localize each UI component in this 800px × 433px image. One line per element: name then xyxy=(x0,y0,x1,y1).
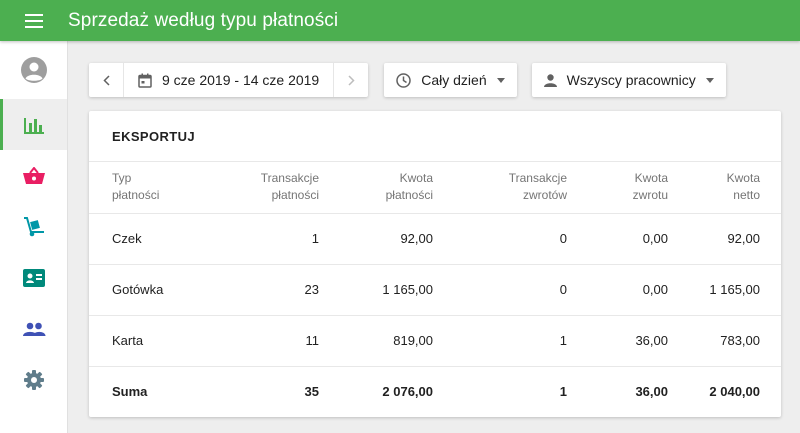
column-header-payment-transactions: Transakcje płatności xyxy=(207,162,319,214)
cell-payment-transactions: 23 xyxy=(207,264,319,316)
total-refund-amount: 36,00 xyxy=(635,384,668,400)
column-header-net-amount: Kwota netto xyxy=(668,162,781,214)
total-label: Suma xyxy=(112,384,148,400)
caret-down-icon xyxy=(496,77,505,83)
basket-icon xyxy=(22,166,45,184)
filters-bar: 9 cze 2019 - 14 cze 2019 Cały dzień Wszy… xyxy=(89,63,726,97)
cell-refund-transactions: 0 xyxy=(433,264,567,316)
column-header-refund-amount: Kwota zwrotu xyxy=(567,162,668,214)
hand-truck-icon xyxy=(23,216,44,236)
sidebar-item-sales[interactable] xyxy=(0,150,67,201)
table-header-row: Typ płatności Transakcje płatności Kwota pł… xyxy=(89,162,781,214)
cell-payment-transactions: 11 xyxy=(207,315,319,367)
sidebar-item-inventory[interactable] xyxy=(0,201,67,252)
app-bar: Sprzedaż według typu płatności xyxy=(0,0,800,41)
cell-payment-amount: 1 165,00 xyxy=(319,264,433,316)
table-row: Gotówka 23 1 165,00 0 0,00 1 165,00 xyxy=(89,264,781,316)
cell-type: Czek xyxy=(89,213,207,265)
cell-refund-amount: 0,00 xyxy=(567,264,668,316)
next-period-button[interactable] xyxy=(334,63,368,97)
card-header: EKSPORTUJ xyxy=(89,111,781,162)
table-row: Czek 1 92,00 0 0,00 92,00 xyxy=(89,213,781,265)
sidebar-item-reports[interactable] xyxy=(0,99,67,150)
caret-down-icon xyxy=(705,77,714,83)
table-row: Karta 11 819,00 1 36,00 783,00 xyxy=(89,315,781,367)
report-card: EKSPORTUJ Typ płatności Transakcje płatnoś… xyxy=(89,111,781,417)
clock-icon xyxy=(396,72,411,88)
sidebar-item-employees[interactable] xyxy=(0,303,67,354)
cell-refund-amount: 0,00 xyxy=(567,213,668,265)
total-net-amount: 2 040,00 xyxy=(709,384,760,400)
date-range-label: 9 cze 2019 - 14 cze 2019 xyxy=(162,72,320,88)
column-header-type: Typ płatności xyxy=(89,162,207,214)
cell-payment-amount: 92,00 xyxy=(319,213,433,265)
cell-refund-transactions: 1 xyxy=(433,315,567,367)
cell-type: Gotówka xyxy=(89,264,207,316)
person-icon xyxy=(543,73,557,87)
cell-payment-amount: 819,00 xyxy=(319,315,433,367)
cell-net-amount: 92,00 xyxy=(668,213,781,265)
gear-icon xyxy=(23,369,44,390)
contact-card-icon xyxy=(22,268,45,287)
column-header-payment-amount: Kwota płatności xyxy=(319,162,433,214)
total-refund-transactions: 1 xyxy=(559,384,567,400)
staff-label: Wszyscy pracownicy xyxy=(566,72,696,88)
payments-table: Typ płatności Transakcje płatności Kwota pł… xyxy=(89,162,781,417)
export-button[interactable]: EKSPORTUJ xyxy=(112,129,195,144)
chevron-right-icon xyxy=(348,74,355,86)
date-range-button[interactable]: 9 cze 2019 - 14 cze 2019 xyxy=(123,63,335,97)
time-range-dropdown[interactable]: Cały dzień xyxy=(384,63,517,97)
time-range-label: Cały dzień xyxy=(421,72,487,88)
menu-button[interactable] xyxy=(0,0,68,41)
previous-period-button[interactable] xyxy=(89,63,123,97)
cell-net-amount: 783,00 xyxy=(668,315,781,367)
sidebar xyxy=(0,41,68,433)
table-total-row: Suma 35 2 076,00 1 36,00 2 040,00 xyxy=(89,366,781,417)
staff-dropdown[interactable]: Wszyscy pracownicy xyxy=(531,63,726,97)
cell-net-amount: 1 165,00 xyxy=(668,264,781,316)
column-header-refund-transactions: Transakcje zwrotów xyxy=(433,162,567,214)
total-payment-amount: 2 076,00 xyxy=(382,384,433,400)
cell-payment-transactions: 1 xyxy=(207,213,319,265)
page-title: Sprzedaż według typu płatności xyxy=(68,9,339,31)
cell-refund-transactions: 0 xyxy=(433,213,567,265)
calendar-icon xyxy=(138,73,152,88)
sidebar-item-settings[interactable] xyxy=(0,354,67,405)
people-icon xyxy=(22,322,45,336)
account-icon xyxy=(20,57,47,83)
hamburger-icon xyxy=(25,13,43,28)
sidebar-item-customers[interactable] xyxy=(0,252,67,303)
chevron-left-icon xyxy=(102,74,110,86)
total-payment-transactions: 35 xyxy=(304,384,319,400)
sidebar-item-account[interactable] xyxy=(0,41,67,99)
cell-refund-amount: 36,00 xyxy=(567,315,668,367)
cell-type: Karta xyxy=(89,315,207,367)
date-range-picker: 9 cze 2019 - 14 cze 2019 xyxy=(89,63,369,97)
bar-chart-icon xyxy=(23,117,44,134)
